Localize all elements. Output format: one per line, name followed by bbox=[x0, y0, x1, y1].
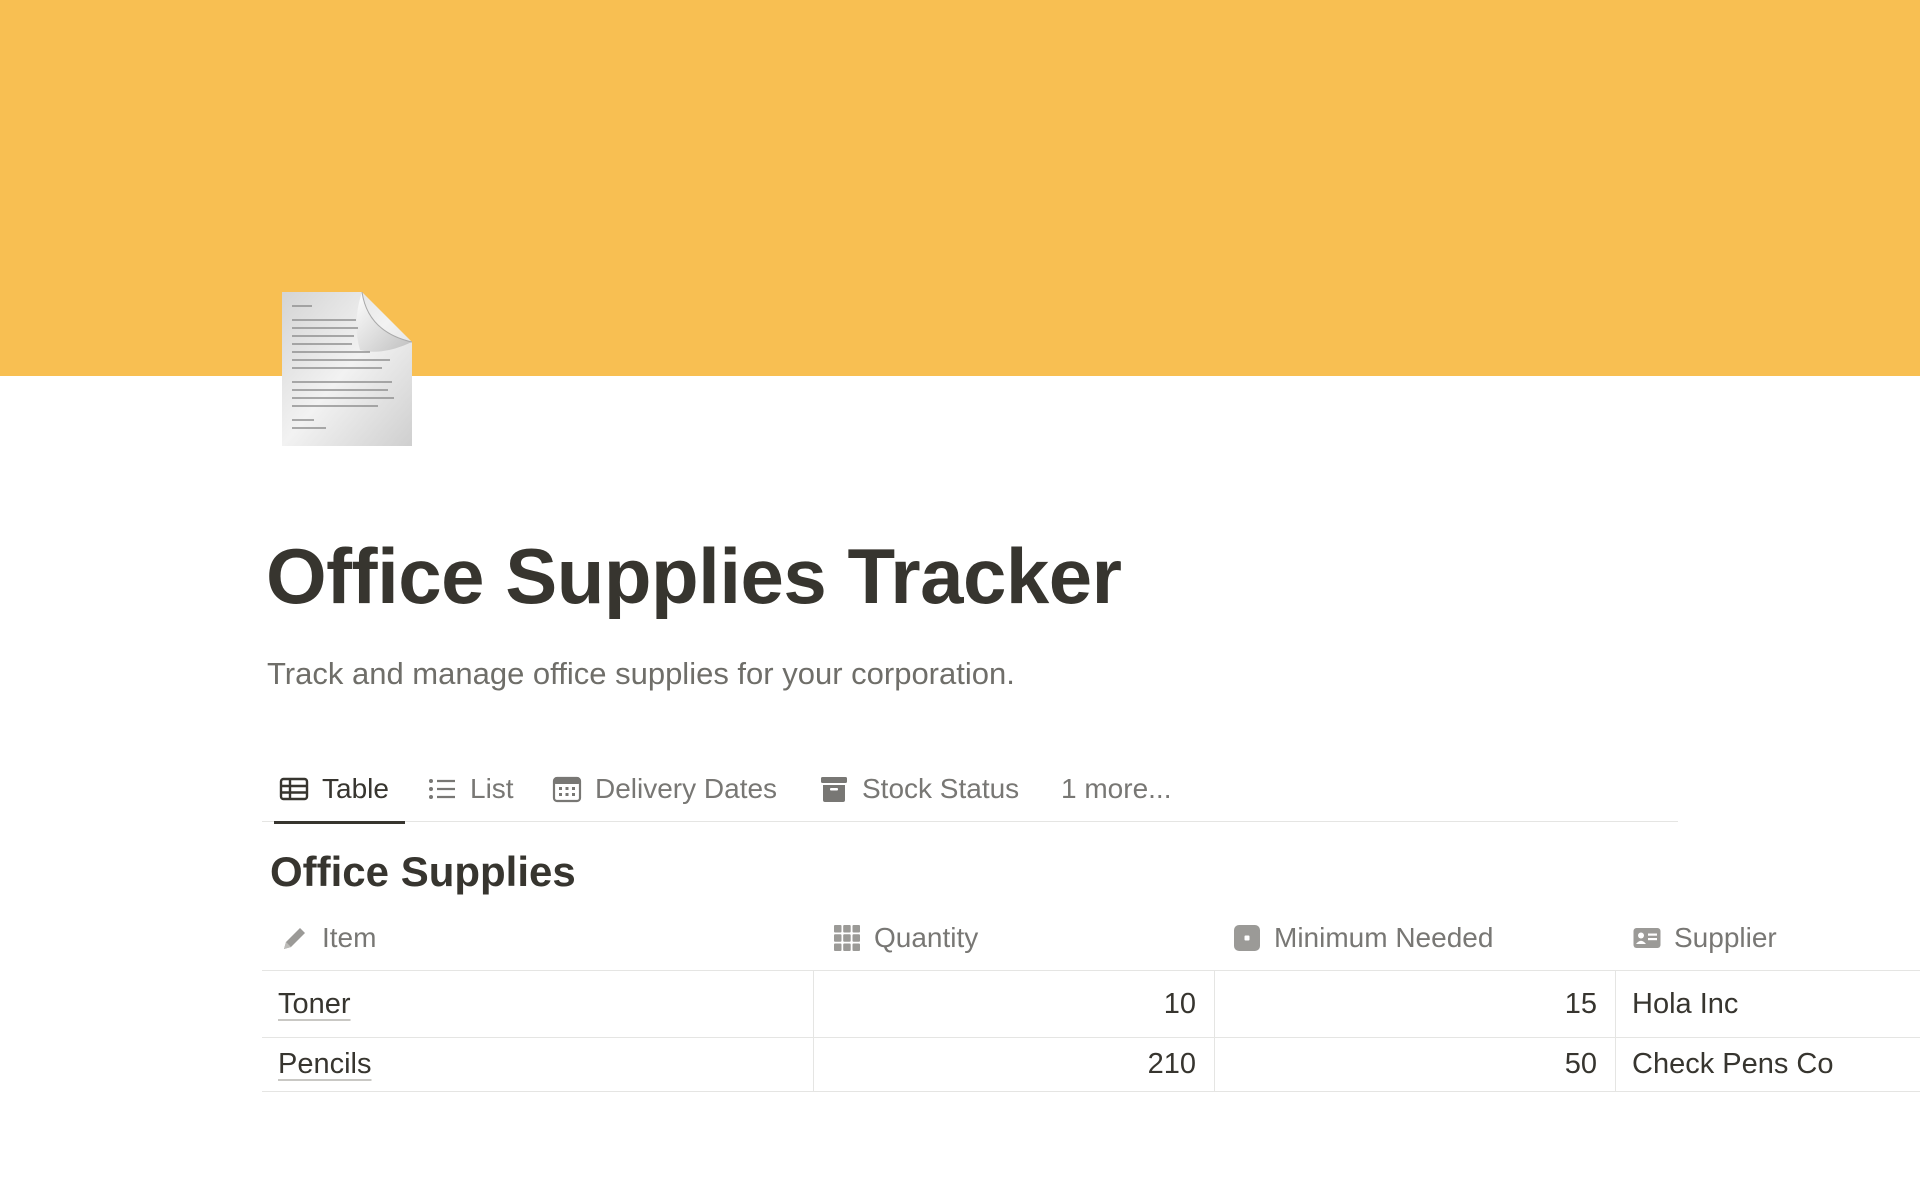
database-title[interactable]: Office Supplies bbox=[270, 846, 576, 898]
list-icon bbox=[429, 779, 455, 799]
page-with-curl-icon[interactable] bbox=[282, 291, 413, 446]
table-header: Item Quantity Minimum Needed Supplier bbox=[262, 905, 1920, 971]
database-table: Item Quantity Minimum Needed Supplier To… bbox=[262, 905, 1920, 1092]
formula-icon bbox=[1234, 925, 1260, 951]
pencil-icon bbox=[284, 928, 305, 949]
contact-card-icon bbox=[1633, 928, 1661, 948]
number-grid-icon bbox=[834, 925, 860, 951]
quantity-cell[interactable]: 10 bbox=[813, 971, 1214, 1037]
minimum-needed-cell[interactable]: 15 bbox=[1214, 971, 1615, 1037]
supplier-cell[interactable]: Hola Inc bbox=[1615, 971, 1920, 1037]
item-link[interactable]: Pencils bbox=[278, 1048, 372, 1081]
column-header-supplier[interactable]: Supplier bbox=[1632, 905, 1777, 971]
column-label: Quantity bbox=[874, 922, 979, 953]
tab-list[interactable]: List bbox=[426, 756, 514, 822]
tab-table[interactable]: Table bbox=[274, 756, 405, 824]
page-description[interactable]: Track and manage office supplies for you… bbox=[267, 654, 1015, 694]
column-label: Item bbox=[322, 922, 377, 953]
board-icon bbox=[821, 777, 847, 802]
item-cell[interactable]: Pencils bbox=[262, 1038, 813, 1091]
view-tabs: Table List Delivery Dates Stock Status 1… bbox=[262, 756, 1678, 824]
column-label: Minimum Needed bbox=[1274, 922, 1494, 953]
more-views-label: 1 more... bbox=[1061, 773, 1172, 804]
supplier-cell[interactable]: Check Pens Co bbox=[1615, 1038, 1920, 1091]
item-cell[interactable]: Toner bbox=[262, 971, 813, 1037]
column-label: Supplier bbox=[1674, 922, 1777, 953]
table-row[interactable]: Pencils 210 50 Check Pens Co bbox=[262, 1038, 1920, 1092]
item-link[interactable]: Toner bbox=[278, 988, 351, 1021]
calendar-icon bbox=[552, 776, 582, 803]
column-header-minimum-needed[interactable]: Minimum Needed bbox=[1232, 905, 1493, 971]
column-header-item[interactable]: Item bbox=[280, 905, 376, 971]
tab-stock-status[interactable]: Stock Status bbox=[818, 756, 1019, 822]
table-row[interactable]: Toner 10 15 Hola Inc bbox=[262, 971, 1920, 1038]
minimum-needed-cell[interactable]: 50 bbox=[1214, 1038, 1615, 1091]
tab-label: Delivery Dates bbox=[595, 773, 778, 804]
tab-label: Table bbox=[322, 773, 389, 804]
tab-label: List bbox=[470, 773, 514, 804]
column-header-quantity[interactable]: Quantity bbox=[832, 905, 978, 971]
tab-delivery-dates[interactable]: Delivery Dates bbox=[551, 756, 777, 822]
table-icon bbox=[279, 777, 309, 801]
page-title[interactable]: Office Supplies Tracker bbox=[266, 528, 1122, 624]
tab-label: Stock Status bbox=[862, 773, 1020, 804]
quantity-cell[interactable]: 210 bbox=[813, 1038, 1214, 1091]
tab-more[interactable]: 1 more... bbox=[1061, 756, 1171, 822]
